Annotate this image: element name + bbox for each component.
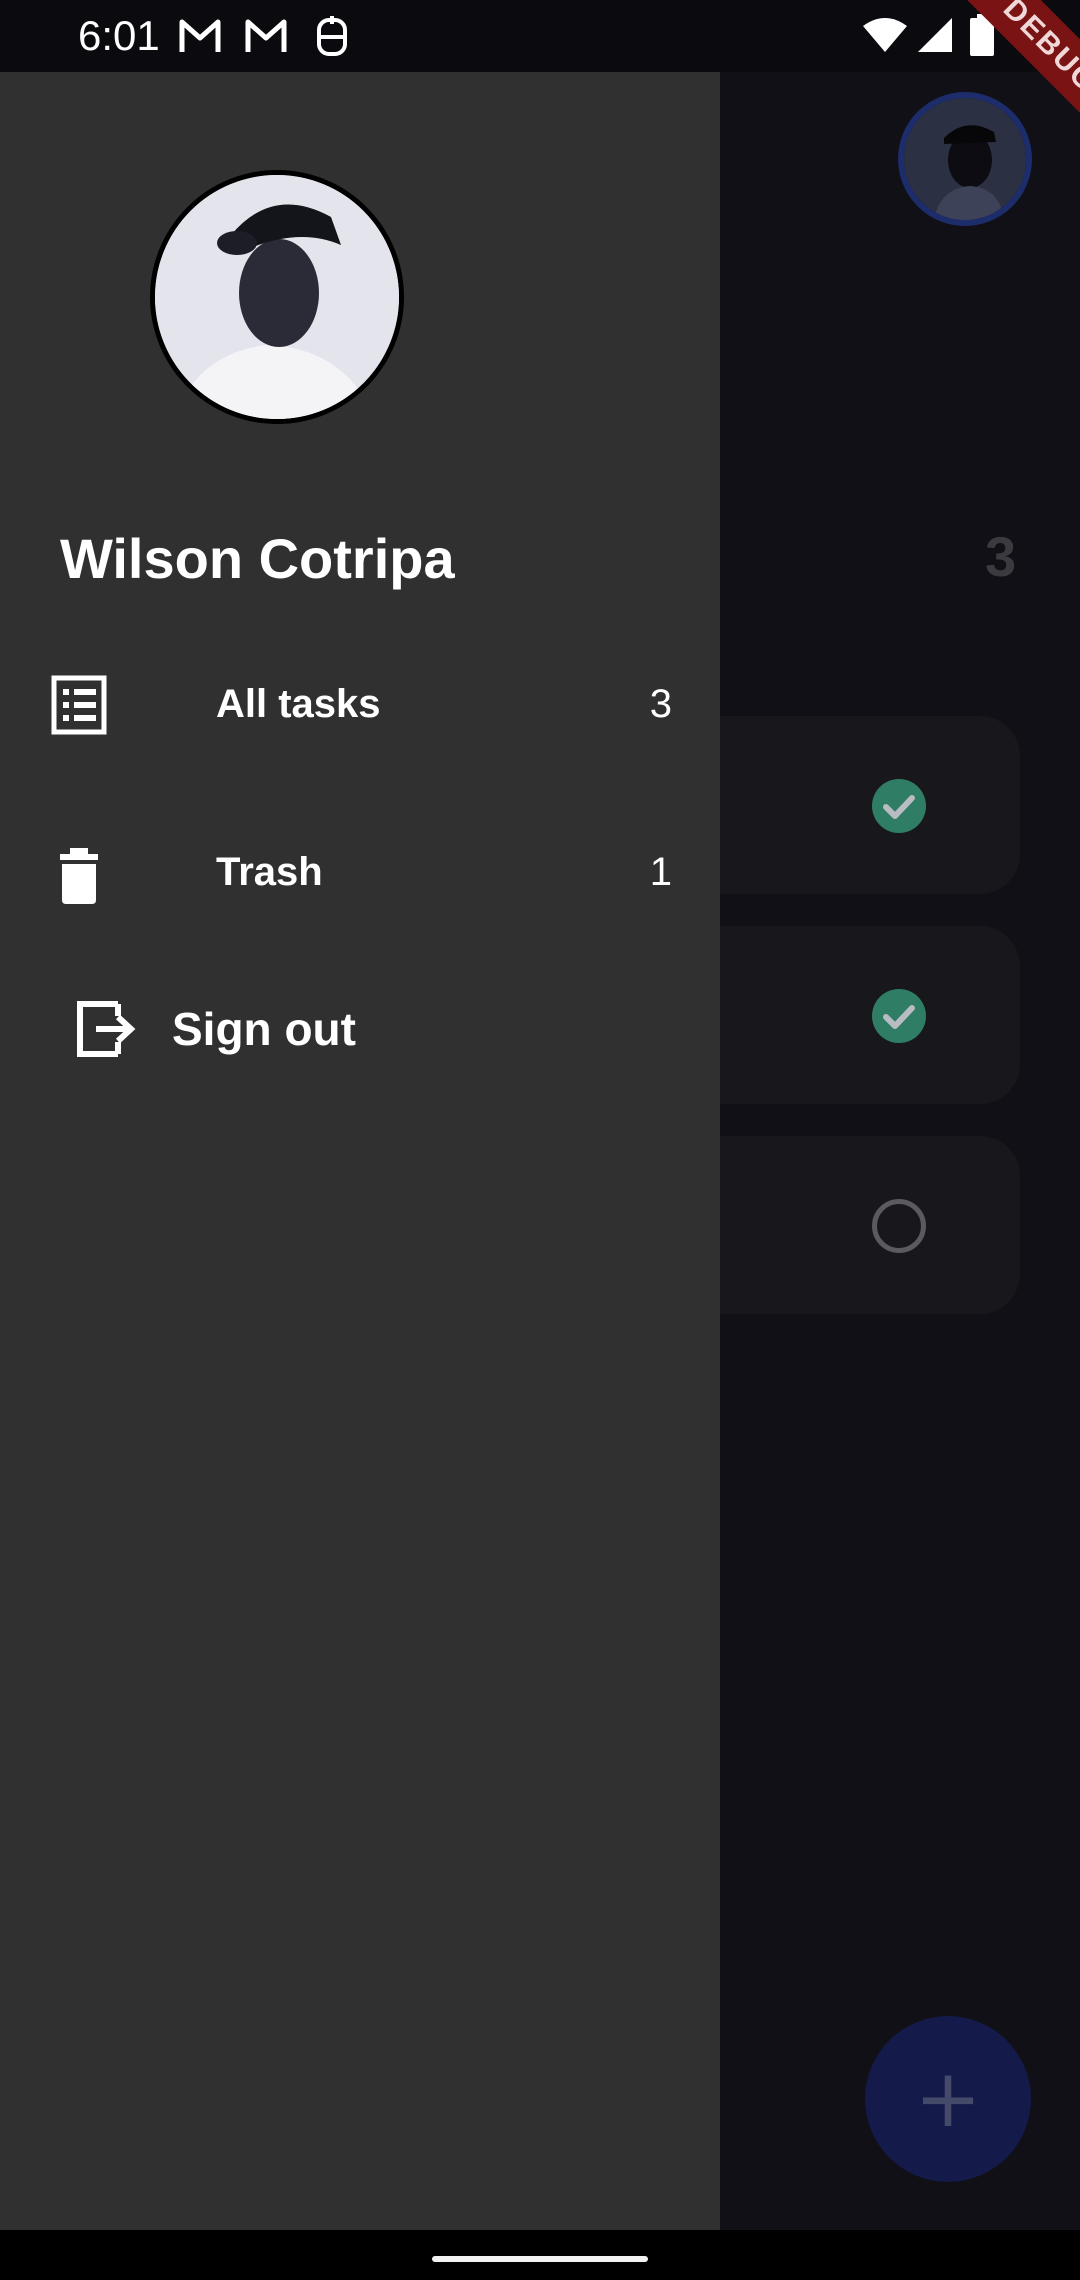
sign-out-button[interactable]: Sign out bbox=[60, 980, 460, 1080]
vpn-icon bbox=[317, 16, 347, 56]
drawer-item-all-tasks[interactable]: All tasks 3 bbox=[0, 644, 720, 764]
gmail-icon bbox=[245, 19, 287, 52]
drawer-item-label: All tasks bbox=[216, 682, 381, 726]
status-bar: 6:01 bbox=[0, 0, 1080, 72]
task-count: 3 bbox=[985, 525, 1017, 588]
user-name: Wilson Cotripa bbox=[60, 527, 455, 590]
home-gesture-handle[interactable] bbox=[432, 2256, 648, 2262]
drawer-item-trash[interactable]: Trash 1 bbox=[0, 812, 720, 932]
add-task-button[interactable]: + bbox=[865, 2016, 1031, 2182]
trash-icon bbox=[60, 848, 98, 904]
status-time: 6:01 bbox=[78, 12, 160, 59]
avatar-photo bbox=[155, 175, 399, 419]
drawer-item-count: 3 bbox=[649, 682, 672, 726]
logout-icon bbox=[77, 1001, 136, 1057]
list-icon bbox=[51, 675, 107, 735]
drawer-avatar[interactable] bbox=[150, 170, 404, 424]
signal-icon bbox=[918, 18, 952, 52]
avatar-photo bbox=[904, 98, 1026, 220]
checkbox-checked-icon[interactable] bbox=[872, 779, 926, 833]
drawer-item-label: Trash bbox=[216, 850, 323, 894]
profile-avatar[interactable] bbox=[898, 92, 1032, 226]
drawer-item-count: 1 bbox=[649, 850, 672, 894]
checkbox-empty-icon[interactable] bbox=[872, 1199, 926, 1253]
sign-out-label: Sign out bbox=[172, 1003, 356, 1055]
checkbox-checked-icon[interactable] bbox=[872, 989, 926, 1043]
gmail-icon bbox=[179, 19, 221, 52]
system-navigation-bar bbox=[0, 2230, 1080, 2280]
wifi-icon bbox=[863, 18, 907, 52]
plus-icon: + bbox=[914, 2052, 982, 2145]
navigation-drawer: Wilson Cotripa All tasks 3 Trash 1 Sign … bbox=[0, 72, 720, 2230]
